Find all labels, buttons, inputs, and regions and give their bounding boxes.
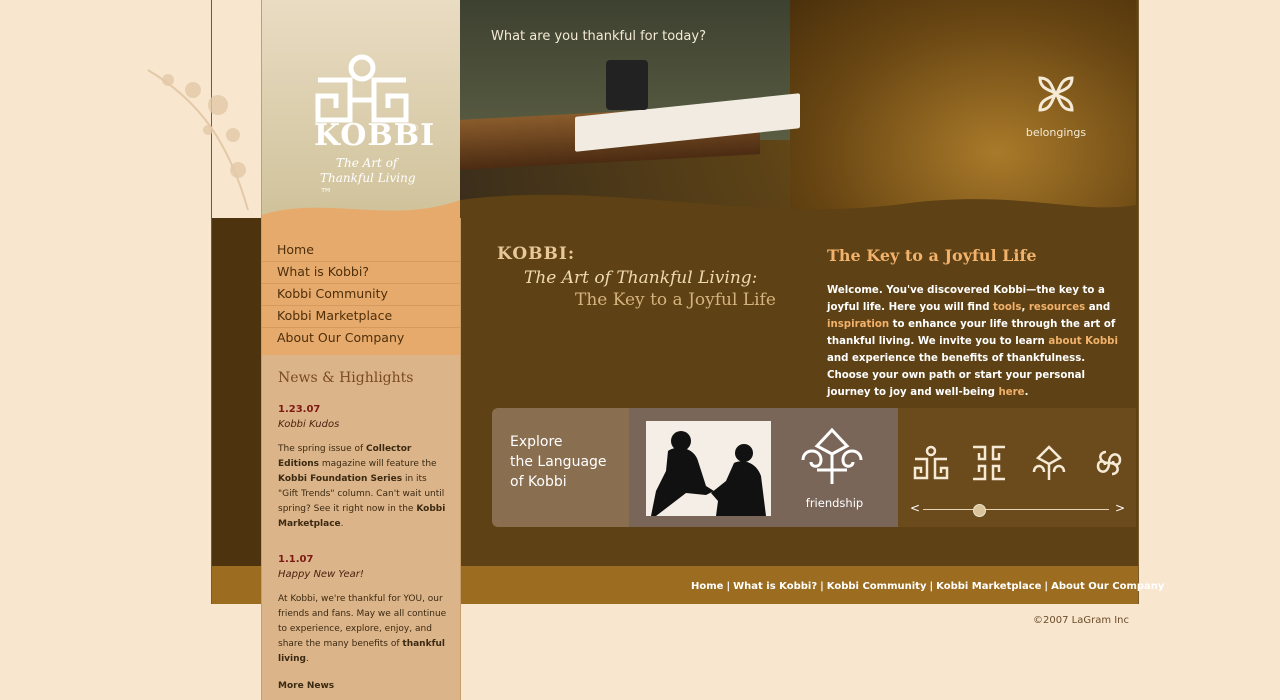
welcome-text: . bbox=[1024, 387, 1029, 398]
sidebar-wave bbox=[262, 200, 460, 235]
tagline-line1: The Art of bbox=[336, 156, 398, 170]
footer-separator: | bbox=[820, 581, 824, 592]
symbol-icon-1[interactable] bbox=[912, 444, 950, 482]
slider-thumb[interactable] bbox=[972, 504, 986, 517]
welcome-text: and experience the benefits of thankfuln… bbox=[827, 353, 1086, 398]
carousel-next-button[interactable]: > bbox=[1115, 501, 1125, 515]
news-text: magazine will feature the bbox=[319, 459, 437, 469]
explore-label: Explore the Language of Kobbi bbox=[510, 432, 607, 492]
intro-line2: The Art of Thankful Living: bbox=[524, 268, 758, 288]
welcome-title: The Key to a Joyful Life bbox=[827, 246, 1037, 265]
symbol-icon-4[interactable] bbox=[1090, 444, 1128, 482]
explore-panel: Explore the Language of Kobbi friendship bbox=[492, 408, 1136, 527]
news-body: The spring issue of Collector Editions m… bbox=[278, 442, 448, 532]
featured-symbol-label: friendship bbox=[805, 496, 864, 510]
more-news-link[interactable]: More News bbox=[278, 679, 448, 694]
tagline-line2: Thankful Living ™ bbox=[320, 171, 416, 200]
carousel-prev-button[interactable]: < bbox=[910, 501, 920, 515]
symbol-carousel: < > bbox=[898, 408, 1136, 527]
friendship-photo bbox=[646, 421, 771, 516]
hero-camera bbox=[606, 60, 648, 110]
welcome-body: Welcome. You've discovered Kobbi—the key… bbox=[827, 282, 1119, 401]
link-resources[interactable]: resources bbox=[1029, 302, 1085, 313]
sidebar: KOBBI ® The Art of Thankful Living ™ Hom… bbox=[261, 0, 461, 700]
symbol-icon-2[interactable] bbox=[970, 444, 1008, 482]
brand-tagline: The Art of Thankful Living ™ bbox=[318, 156, 428, 201]
link-here[interactable]: here bbox=[999, 387, 1025, 398]
footer-link-kobbi-marketplace[interactable]: Kobbi Marketplace bbox=[936, 581, 1041, 592]
news-item: 1.23.07 Kobbi Kudos The spring issue of … bbox=[278, 402, 448, 532]
nav-kobbi-community[interactable]: Kobbi Community bbox=[262, 284, 460, 306]
news-body: At Kobbi, we're thankful for YOU, our fr… bbox=[278, 592, 448, 667]
kobbi-logo-icon[interactable] bbox=[314, 52, 410, 124]
news-list: 1.23.07 Kobbi Kudos The spring issue of … bbox=[278, 402, 448, 694]
news-text: . bbox=[305, 654, 309, 664]
nav-kobbi-marketplace[interactable]: Kobbi Marketplace bbox=[262, 306, 460, 328]
intro-title: KOBBI: The Art of Thankful Living: The K… bbox=[497, 244, 776, 310]
hero-question: What are you thankful for today? bbox=[491, 29, 706, 44]
intro-line1: KOBBI: bbox=[497, 244, 576, 264]
footer-link-what-is-kobbi[interactable]: What is Kobbi? bbox=[733, 581, 817, 592]
friendship-icon bbox=[801, 427, 863, 484]
news-bold-foundation-series: Kobbi Foundation Series bbox=[278, 474, 403, 484]
welcome-text: and bbox=[1085, 302, 1111, 313]
symbol-icon-3[interactable] bbox=[1030, 444, 1068, 482]
link-inspiration[interactable]: inspiration bbox=[827, 319, 889, 330]
belongings-label: belongings bbox=[1025, 126, 1087, 139]
welcome-text: , bbox=[1021, 302, 1029, 313]
news-text: . bbox=[340, 519, 344, 529]
footer-link-home[interactable]: Home bbox=[691, 581, 723, 592]
explore-line2: the Language bbox=[510, 454, 607, 470]
copyright: ©2007 LaGram Inc bbox=[1033, 615, 1130, 626]
featured-symbol[interactable]: friendship bbox=[629, 408, 898, 527]
link-tools[interactable]: tools bbox=[993, 302, 1021, 313]
belongings-icon bbox=[1038, 76, 1074, 112]
footer-nav: Home | What is Kobbi? | Kobbi Community | Kobb… bbox=[691, 581, 1164, 592]
footer-separator: | bbox=[1044, 581, 1049, 592]
news-item: 1.1.07 Happy New Year! At Kobbi, we're t… bbox=[278, 552, 448, 667]
hero-wave bbox=[460, 194, 1136, 218]
news-headline[interactable]: Happy New Year! bbox=[278, 567, 448, 582]
news-text: The spring issue of bbox=[278, 444, 366, 454]
belongings-badge[interactable]: belongings bbox=[1020, 70, 1092, 139]
nav-home[interactable]: Home bbox=[262, 240, 460, 262]
main-nav: Home What is Kobbi? Kobbi Community Kobb… bbox=[262, 240, 460, 349]
link-about-kobbi[interactable]: about Kobbi bbox=[1048, 336, 1118, 347]
news-headline[interactable]: Kobbi Kudos bbox=[278, 417, 448, 432]
news-date: 1.23.07 bbox=[278, 404, 321, 415]
nav-about-our-company[interactable]: About Our Company bbox=[262, 328, 460, 349]
registered-mark: ® bbox=[410, 124, 419, 134]
footer-separator: | bbox=[929, 581, 934, 592]
footer-separator: | bbox=[726, 581, 731, 592]
explore-line1: Explore bbox=[510, 434, 563, 450]
footer-link-kobbi-community[interactable]: Kobbi Community bbox=[827, 581, 927, 592]
carousel-slider[interactable]: < > bbox=[910, 501, 1125, 517]
news-date: 1.1.07 bbox=[278, 554, 314, 565]
nav-what-is-kobbi[interactable]: What is Kobbi? bbox=[262, 262, 460, 284]
news-heading: News & Highlights bbox=[278, 370, 414, 386]
explore-line3: of Kobbi bbox=[510, 474, 567, 490]
left-decor-lower bbox=[212, 218, 262, 566]
footer-link-about-our-company[interactable]: About Our Company bbox=[1051, 581, 1164, 592]
floral-decor-icon bbox=[147, 69, 249, 210]
slider-track[interactable] bbox=[923, 509, 1109, 510]
